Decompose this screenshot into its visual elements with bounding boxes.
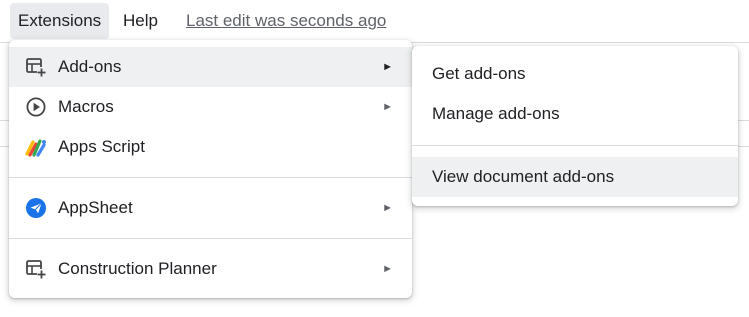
menu-item-macros[interactable]: Macros ► bbox=[9, 87, 412, 127]
menu-divider bbox=[412, 145, 738, 146]
menubar: Extensions Help Last edit was seconds ag… bbox=[0, 0, 749, 42]
submenu-item-view-document-add-ons[interactable]: View document add-ons bbox=[412, 157, 738, 197]
submenu-item-label: Get add-ons bbox=[432, 64, 526, 83]
menu-item-add-ons[interactable]: Add-ons ► bbox=[9, 47, 412, 87]
submenu-item-label: Manage add-ons bbox=[432, 104, 560, 123]
menu-divider bbox=[9, 238, 412, 239]
menu-item-apps-script[interactable]: Apps Script bbox=[9, 127, 412, 167]
menu-extensions[interactable]: Extensions bbox=[10, 3, 110, 39]
menu-item-label: Add-ons bbox=[58, 57, 122, 76]
submenu-arrow-icon: ► bbox=[382, 263, 393, 275]
menu-item-label: Construction Planner bbox=[58, 259, 217, 278]
submenu-arrow-icon: ► bbox=[382, 202, 393, 214]
play-circle-icon bbox=[25, 96, 47, 118]
menu-divider bbox=[9, 177, 412, 178]
menu-item-label: AppSheet bbox=[58, 198, 133, 217]
add-ons-submenu: Get add-ons Manage add-ons View document… bbox=[412, 46, 738, 206]
add-ons-table-icon bbox=[25, 258, 47, 280]
extensions-menu: Add-ons ► Macros ► Apps Script AppSheet … bbox=[9, 40, 412, 298]
spreadsheet-window: Extensions Help Last edit was seconds ag… bbox=[0, 0, 749, 317]
menu-item-appsheet[interactable]: AppSheet ► bbox=[9, 188, 412, 228]
submenu-item-label: View document add-ons bbox=[432, 167, 615, 186]
menu-item-label: Macros bbox=[58, 97, 114, 116]
apps-script-icon bbox=[25, 136, 47, 158]
menu-item-construction-planner[interactable]: Construction Planner ► bbox=[9, 249, 412, 289]
submenu-arrow-icon: ► bbox=[382, 101, 393, 113]
last-edit-link[interactable]: Last edit was seconds ago bbox=[186, 3, 386, 39]
add-ons-table-icon bbox=[25, 56, 47, 78]
submenu-item-get-add-ons[interactable]: Get add-ons bbox=[412, 54, 738, 94]
submenu-item-manage-add-ons[interactable]: Manage add-ons bbox=[412, 94, 738, 134]
menu-help[interactable]: Help bbox=[115, 3, 166, 39]
menu-item-label: Apps Script bbox=[58, 137, 145, 156]
submenu-arrow-icon: ► bbox=[382, 61, 393, 73]
appsheet-icon bbox=[25, 197, 47, 219]
